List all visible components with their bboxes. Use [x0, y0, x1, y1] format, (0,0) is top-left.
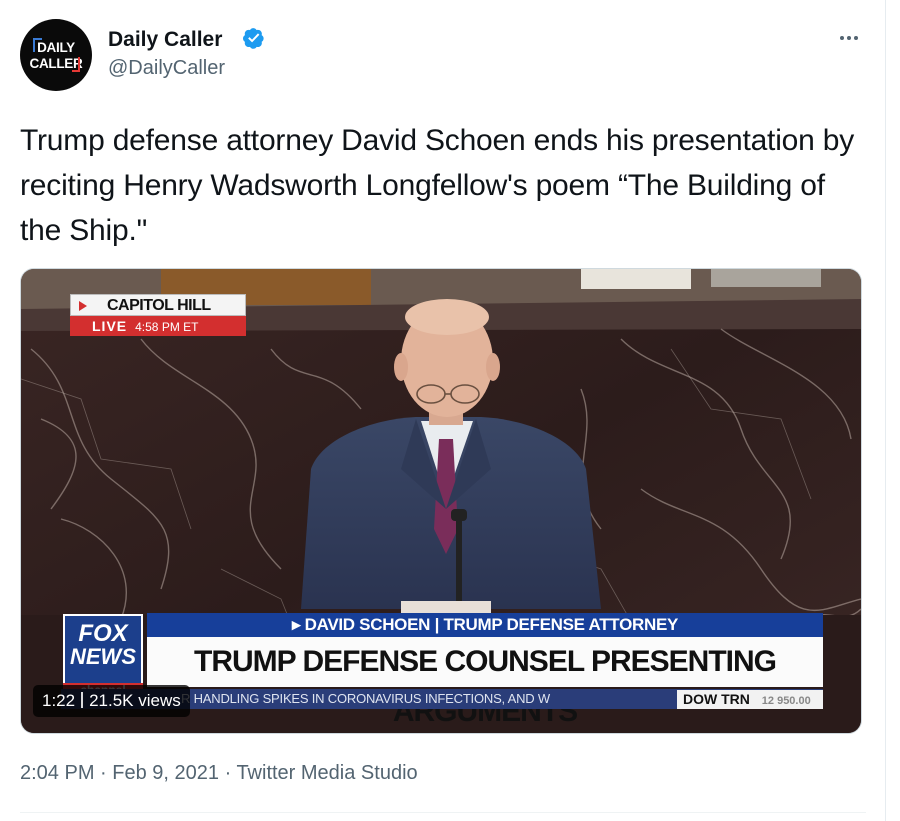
video-stats-badge: 1:22 21.5K views	[33, 685, 190, 717]
video-player[interactable]: CAPITOL HILL LIVE4:58 PM ET FOX NEWS cha…	[20, 268, 862, 734]
fox-news-logo: FOX NEWS	[63, 614, 143, 686]
speaker-title: TRUMP DEFENSE ATTORNEY	[443, 615, 679, 634]
tweet-time[interactable]: 2:04 PM	[20, 762, 94, 784]
live-location-bug: CAPITOL HILL LIVE 4:58 PM ET	[70, 294, 248, 338]
location-text: CAPITOL HILL	[107, 297, 211, 314]
avatar-text-line1: DAILY	[37, 40, 75, 55]
tweet-text: Trump defense attorney David Schoen ends…	[20, 124, 855, 247]
divider	[20, 812, 866, 813]
video-views: 21.5K views	[89, 691, 181, 710]
logo-line2: NEWS	[70, 644, 136, 669]
tweet-date[interactable]: Feb 9, 2021	[112, 762, 219, 784]
author-avatar[interactable]: DAILY CALLER	[20, 19, 92, 91]
meta-separator: ·	[100, 762, 113, 784]
dow-ticker: DOW TRN 12 950.00	[677, 690, 823, 709]
live-label: LIVE	[92, 318, 128, 334]
tweet-metadata: 2:04 PM · Feb 9, 2021 · Twitter Media St…	[20, 762, 418, 785]
avatar-logo-accent	[78, 57, 80, 71]
verified-badge-icon	[243, 28, 264, 49]
author-name[interactable]: Daily Caller	[108, 28, 222, 52]
play-triangle-icon	[79, 301, 87, 311]
avatar-logo-accent	[72, 70, 80, 72]
dow-label: DOW TRN	[683, 691, 750, 707]
tweet-source[interactable]: Twitter Media Studio	[236, 762, 417, 784]
live-time: 4:58 PM ET	[135, 320, 199, 334]
logo-line1: FOX	[78, 620, 128, 647]
video-duration: 1:22	[42, 691, 76, 710]
location-label: CAPITOL HILL	[70, 294, 246, 316]
author-handle[interactable]: @DailyCaller	[108, 57, 225, 80]
speaker-name-bar: ▸ DAVID SCHOEN | TRUMP DEFENSE ATTORNEY	[147, 613, 823, 637]
dow-value: 12 950.00	[761, 695, 811, 707]
meta-separator: ·	[224, 762, 237, 784]
live-time-strip: LIVE 4:58 PM ET	[70, 316, 246, 336]
more-dots-icon[interactable]	[837, 27, 861, 49]
arrow-icon: ▸	[291, 615, 301, 634]
avatar-text-line2: CALLER	[29, 56, 83, 71]
speaker-name: DAVID SCHOEN	[304, 615, 431, 634]
tweet-card[interactable]: DAILY CALLER Daily Caller @DailyCaller T…	[0, 0, 886, 821]
headline-bar: TRUMP DEFENSE COUNSEL PRESENTING ARGUMEN…	[147, 637, 823, 728]
badge-separator	[81, 692, 84, 708]
